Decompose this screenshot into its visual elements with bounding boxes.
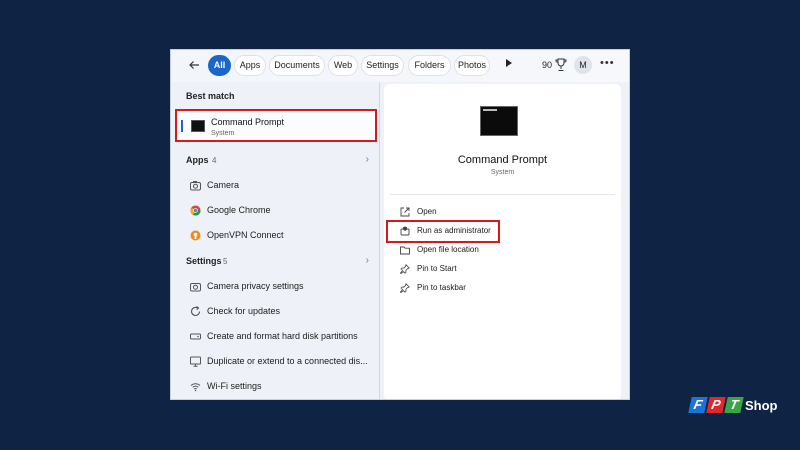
list-item-label: Camera privacy settings [207,281,304,291]
action-label: Open file location [417,245,479,254]
play-button[interactable] [505,58,513,70]
arrow-left-icon [189,61,199,69]
settings-count: 5 [223,257,228,266]
apps-count: 4 [212,156,217,165]
tab-apps[interactable]: Apps [234,55,266,76]
pin-to-taskbar-action[interactable]: Pin to taskbar [400,280,600,296]
fpt-shop-logo: F P T Shop [688,395,784,417]
command-prompt-icon [191,120,205,132]
results-pane: Best match Command Prompt System Apps 4 … [171,82,379,399]
selection-indicator [181,120,183,132]
tab-documents[interactable]: Documents [269,55,325,76]
list-item-label: Wi-Fi settings [207,381,262,391]
wifi-icon [190,383,201,392]
chevron-right-icon[interactable]: › [366,255,369,266]
tab-folders[interactable]: Folders [408,55,451,76]
monitor-icon [190,356,201,367]
best-match-sub: System [211,130,235,137]
list-item[interactable]: Create and format hard disk partitions [171,326,379,348]
folder-icon [400,246,410,255]
best-match-name: Command Prompt [211,117,285,127]
pin-to-start-action[interactable]: Pin to Start [400,261,600,277]
list-item-label: Camera [207,180,240,190]
tab-settings[interactable]: Settings [361,55,404,76]
camera-icon [190,283,201,292]
search-filter-bar: All Apps Documents Web Settings Folders … [171,50,629,82]
list-item[interactable]: Wi-Fi settings [171,376,379,398]
run-as-administrator-action[interactable]: Run as administrator [400,223,600,239]
list-item[interactable]: Google Chrome [171,200,379,222]
tab-all[interactable]: All [208,55,231,76]
refresh-icon [190,306,201,317]
search-window: All Apps Documents Web Settings Folders … [170,49,630,400]
list-item-label: Check for updates [207,306,281,316]
chrome-icon [190,205,201,216]
details-pane: Command Prompt System Open Run as admini… [384,84,621,399]
list-item[interactable]: Duplicate or extend to a connected dis..… [171,351,379,373]
divider [390,194,615,195]
list-item[interactable]: Camera privacy settings [171,276,379,298]
pin-icon [400,283,410,293]
logo-letter: F [688,397,708,413]
openvpn-icon [190,230,201,241]
list-item[interactable]: Camera [171,175,379,197]
shield-icon [400,226,410,236]
play-icon [506,59,512,67]
command-prompt-icon [480,106,518,136]
list-item-label: Google Chrome [207,205,271,215]
pin-icon [400,264,410,274]
trophy-icon [555,58,567,71]
apps-heading[interactable]: Apps [186,155,209,165]
open-action[interactable]: Open [400,204,600,220]
action-label: Run as administrator [417,226,491,235]
avatar[interactable]: M [574,56,592,74]
chevron-right-icon[interactable]: › [366,154,369,165]
list-item[interactable]: Check for updates [171,301,379,323]
action-label: Pin to Start [417,264,457,273]
logo-letter: P [706,397,726,413]
disk-icon [190,333,201,340]
pane-divider [379,82,380,399]
list-item-label: Duplicate or extend to a connected dis..… [207,356,368,366]
details-subtitle: System [490,169,515,176]
list-item-label: Create and format hard disk partitions [207,331,358,341]
logo-shop-text: Shop [745,398,778,413]
settings-heading[interactable]: Settings [186,256,222,266]
more-icon[interactable]: ••• [600,57,615,69]
tab-photos[interactable]: Photos [454,55,490,76]
details-title: Command Prompt [457,154,548,166]
open-file-location-action[interactable]: Open file location [400,242,600,258]
camera-icon [190,181,201,191]
rewards-points: 90 [542,60,553,70]
tab-web[interactable]: Web [328,55,358,76]
action-label: Pin to taskbar [417,283,466,292]
logo-letter: T [724,397,744,413]
open-icon [400,207,410,217]
back-button[interactable] [185,56,203,74]
list-item[interactable]: OpenVPN Connect [171,225,379,247]
action-label: Open [417,207,437,216]
best-match-heading: Best match [186,91,235,101]
best-match-item[interactable]: Command Prompt System [175,109,377,142]
list-item-label: OpenVPN Connect [207,230,284,240]
